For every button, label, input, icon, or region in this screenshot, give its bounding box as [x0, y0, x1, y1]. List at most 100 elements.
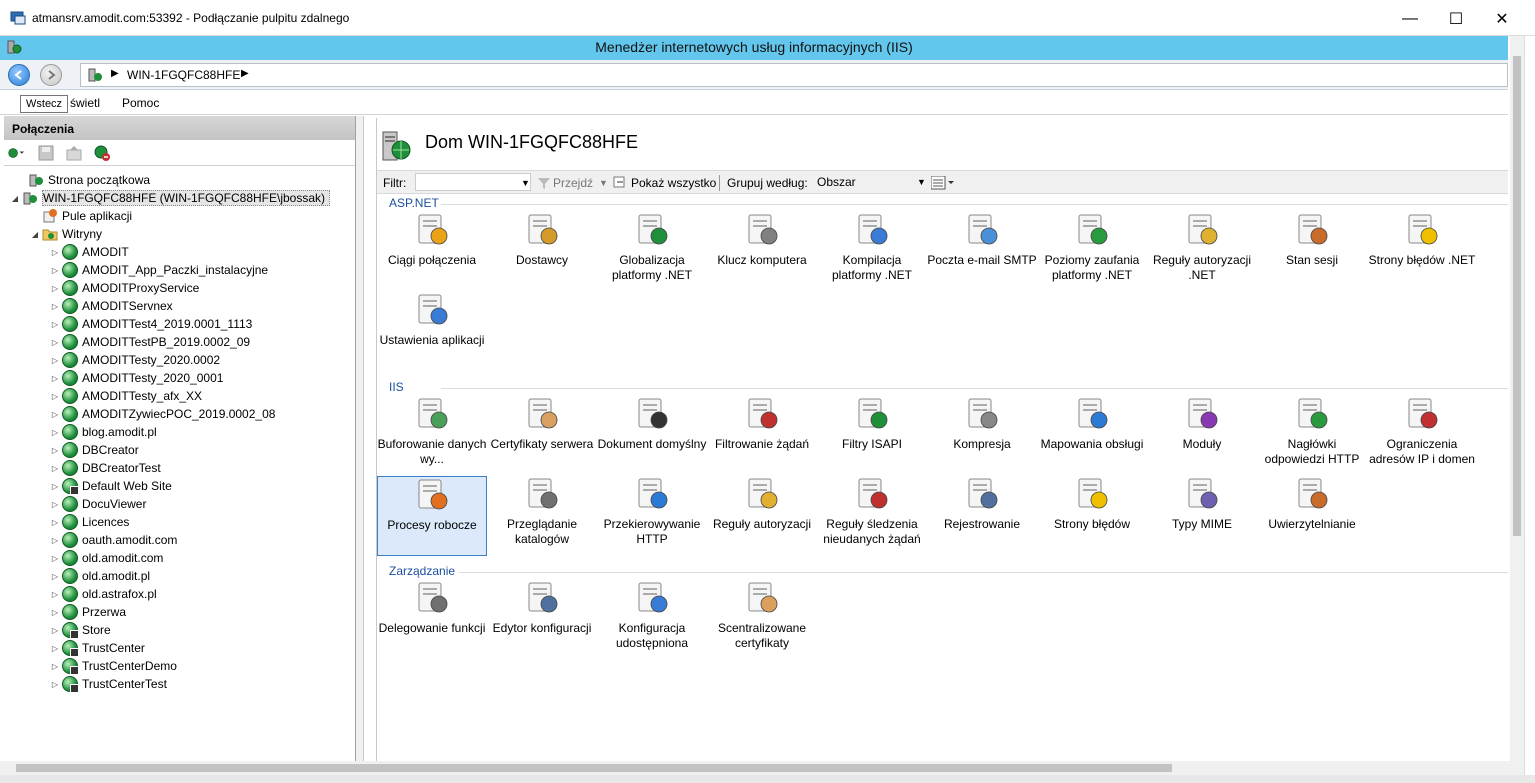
tree-item-app-pools[interactable]: Pule aplikacji	[30, 207, 132, 225]
tree-item-site[interactable]: ▷ AMODITTesty_2020.0002	[50, 351, 220, 369]
feature-tile[interactable]: Strony błędów .NET	[1367, 212, 1477, 292]
feature-tile[interactable]: Ciągi połączenia	[377, 212, 487, 292]
tree-item-server[interactable]: ◢ WIN-1FGQFC88HFE (WIN-1FGQFC88HFE\jboss…	[10, 189, 331, 207]
tree-label[interactable]: AMODITTesty_afx_XX	[82, 389, 202, 403]
feature-tile[interactable]: Kompilacja platformy .NET	[817, 212, 927, 292]
feature-tile[interactable]: Stroi	[1477, 212, 1508, 292]
menu-help[interactable]: Pomoc	[122, 96, 159, 110]
back-button[interactable]	[8, 64, 30, 86]
expand-icon[interactable]: ▷	[50, 482, 60, 491]
expand-icon[interactable]: ▷	[50, 572, 60, 581]
feature-tile[interactable]: Scentralizowane certyfikaty	[707, 580, 817, 660]
feature-tile[interactable]: Konfiguracja udostępniona	[597, 580, 707, 660]
feature-tile[interactable]: Nagłówki odpowiedzi HTTP	[1257, 396, 1367, 476]
tree-label[interactable]: WIN-1FGQFC88HFE (WIN-1FGQFC88HFE\jbossak…	[42, 190, 331, 206]
chevron-down-icon[interactable]: ▼	[521, 178, 530, 188]
tree-label[interactable]: AMODITServnex	[82, 299, 173, 313]
tree-item-site[interactable]: ▷ DocuViewer	[50, 495, 146, 513]
expand-icon[interactable]: ▷	[50, 626, 60, 635]
feature-tile[interactable]: Procesy robocze	[377, 476, 487, 556]
expand-icon[interactable]: ▷	[50, 320, 60, 329]
panel-splitter[interactable]	[356, 116, 364, 761]
feature-tile[interactable]: Filtrowanie żądań	[707, 396, 817, 476]
tree-label[interactable]: AMODITZywiecPOC_2019.0002_08	[82, 407, 275, 421]
expand-icon[interactable]: ▷	[50, 554, 60, 563]
expand-icon[interactable]: ▷	[50, 284, 60, 293]
maximize-button[interactable]: ☐	[1433, 6, 1479, 32]
tree-item-site[interactable]: ▷ Store	[50, 621, 111, 639]
breadcrumb-separator-icon[interactable]: ▶	[241, 68, 249, 79]
feature-tile[interactable]: Przeglądanie katalogów	[487, 476, 597, 556]
tree-item-site[interactable]: ▷ old.amodit.pl	[50, 567, 150, 585]
expand-icon[interactable]: ▷	[50, 248, 60, 257]
tree-label[interactable]: DocuViewer	[82, 497, 146, 511]
tree-item-site[interactable]: ▷ AMODITTest4_2019.0001_1113	[50, 315, 252, 333]
feature-tile[interactable]: Typy MIME	[1147, 476, 1257, 556]
tree-item-site[interactable]: ▷ Default Web Site	[50, 477, 172, 495]
group-by-select[interactable]: Obszar ▼	[813, 173, 927, 191]
feature-tile[interactable]: Kompresja	[927, 396, 1037, 476]
tree-label[interactable]: Pule aplikacji	[62, 209, 132, 223]
scroll-thumb[interactable]	[1513, 56, 1521, 536]
feature-tile[interactable]: Reguły autoryzacji	[707, 476, 817, 556]
feature-tile[interactable]: Strony błędów	[1037, 476, 1147, 556]
expand-icon[interactable]: ▷	[50, 644, 60, 653]
expand-icon[interactable]: ▷	[50, 608, 60, 617]
feature-tile[interactable]: Edytor konfiguracji	[487, 580, 597, 660]
tree-label[interactable]: AMODITProxyService	[82, 281, 199, 295]
expand-icon[interactable]: ▷	[50, 374, 60, 383]
tree-label[interactable]: Default Web Site	[82, 479, 172, 493]
tree-item-site[interactable]: ▷ TrustCenterDemo	[50, 657, 177, 675]
feature-tile[interactable]: Moduły	[1147, 396, 1257, 476]
feature-tile[interactable]: Globalizacja platformy .NET	[597, 212, 707, 292]
expand-icon[interactable]: ▷	[50, 518, 60, 527]
horizontal-scrollbar[interactable]	[0, 761, 1524, 775]
tree-label[interactable]: blog.amodit.pl	[82, 425, 157, 439]
feature-tile[interactable]: Rejestrowanie	[927, 476, 1037, 556]
feature-tile[interactable]: Filtry ISAPI	[817, 396, 927, 476]
tree-item-site[interactable]: ▷ blog.amodit.pl	[50, 423, 157, 441]
tree-item-site[interactable]: ▷ old.astrafox.pl	[50, 585, 157, 603]
tree-label[interactable]: DBCreatorTest	[82, 461, 161, 475]
collapse-icon[interactable]: ◢	[10, 194, 20, 203]
tree-label[interactable]: Strona początkowa	[48, 173, 150, 187]
tree-item-site[interactable]: ▷ AMODITProxyService	[50, 279, 199, 297]
tree-label[interactable]: Witryny	[62, 227, 102, 241]
feature-tile[interactable]: Certyfikaty serwera	[487, 396, 597, 476]
feature-tile[interactable]: Reguły autoryzacji .NET	[1147, 212, 1257, 292]
vertical-scrollbar[interactable]	[1510, 36, 1524, 761]
feature-tile[interactable]: Delegowanie funkcji	[377, 580, 487, 660]
breadcrumb-server[interactable]: WIN-1FGQFC88HFE	[127, 68, 240, 82]
feature-tile[interactable]: Mapowania obsługi	[1037, 396, 1147, 476]
feature-tile[interactable]: Ogran	[1477, 396, 1508, 476]
tree-label[interactable]: AMODITTesty_2020_0001	[82, 371, 223, 385]
feature-tile[interactable]: Ustawienia aplikacji	[377, 292, 487, 372]
disconnect-icon[interactable]	[94, 145, 110, 161]
minimize-button[interactable]: —	[1387, 6, 1433, 32]
expand-icon[interactable]: ▷	[50, 464, 60, 473]
collapse-icon[interactable]: ◢	[30, 230, 40, 239]
tree-label[interactable]: AMODITTest4_2019.0001_1113	[82, 317, 252, 331]
tree-item-site[interactable]: ▷ old.amodit.com	[50, 549, 163, 567]
expand-icon[interactable]: ▷	[50, 356, 60, 365]
tree-item-site[interactable]: ▷ TrustCenter	[50, 639, 145, 657]
tree-item-site[interactable]: ▷ AMODIT	[50, 243, 129, 261]
tree-item-site[interactable]: ▷ AMODITTesty_afx_XX	[50, 387, 202, 405]
tree-label[interactable]: Licences	[82, 515, 129, 529]
expand-icon[interactable]: ▷	[50, 428, 60, 437]
tree-item-site[interactable]: ▷ Przerwa	[50, 603, 126, 621]
expand-icon[interactable]: ▷	[50, 410, 60, 419]
tree-label[interactable]: TrustCenter	[82, 641, 145, 655]
expand-icon[interactable]: ▷	[50, 338, 60, 347]
tree-label[interactable]: AMODITTesty_2020.0002	[82, 353, 220, 367]
tree-label[interactable]: old.amodit.com	[82, 551, 163, 565]
chevron-down-icon[interactable]: ▼	[599, 178, 608, 188]
tree-item-site[interactable]: ▷ AMODIT_App_Paczki_instalacyjne	[50, 261, 268, 279]
tree-label[interactable]: TrustCenterDemo	[82, 659, 177, 673]
feature-tile[interactable]: Przekierowywanie HTTP	[597, 476, 707, 556]
tree-item-home[interactable]: Strona początkowa	[16, 171, 150, 189]
close-button[interactable]: ✕	[1479, 6, 1525, 32]
tree-label[interactable]: AMODIT_App_Paczki_instalacyjne	[82, 263, 268, 277]
expand-icon[interactable]: ▷	[50, 500, 60, 509]
tree-label[interactable]: DBCreator	[82, 443, 139, 457]
